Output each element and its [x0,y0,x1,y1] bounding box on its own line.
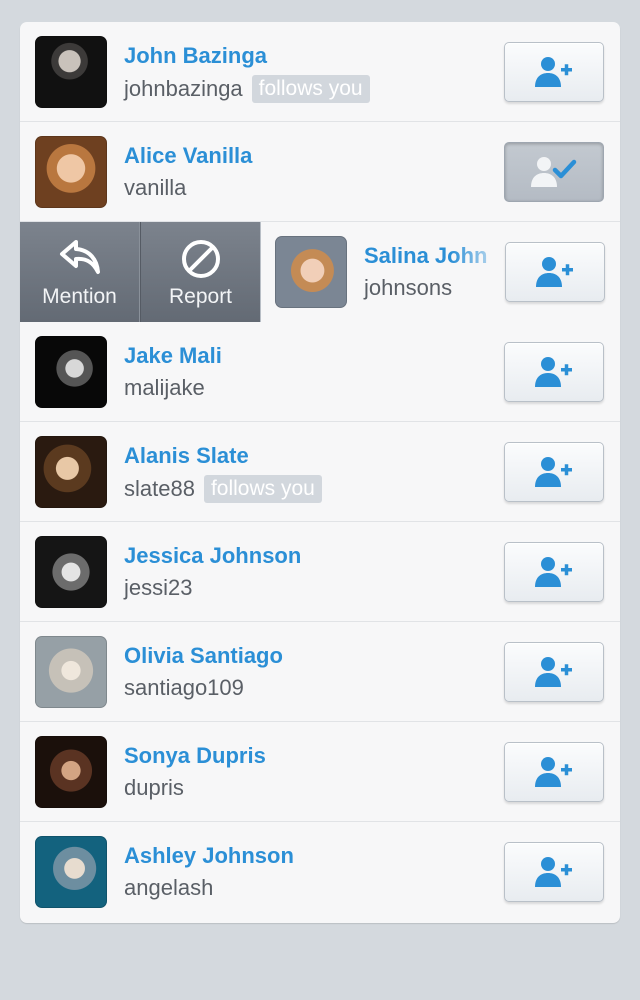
follow-button[interactable] [504,442,604,502]
add-user-icon [535,457,572,487]
user-handle-line: angelash [124,875,213,901]
list-item[interactable]: Olivia Santiago santiago109 [20,622,620,722]
user-name[interactable]: Ashley Johnson [124,843,294,869]
user-username: dupris [124,775,184,800]
follow-button[interactable] [504,742,604,802]
follow-button[interactable] [504,42,604,102]
list-item-swiped[interactable]: Mention Report Salina John johnsons [20,222,620,322]
user-username: johnsons [364,275,453,300]
prohibited-icon [181,240,220,278]
list-item[interactable]: Ashley Johnson angelash [20,822,620,922]
list-item[interactable]: John Bazinga johnbazinga follows you [20,22,620,122]
user-name[interactable]: Jessica Johnson [124,543,301,569]
following-button[interactable] [504,142,604,202]
follow-button[interactable] [504,542,604,602]
user-handle-line: jessi23 [124,575,192,601]
avatar[interactable] [35,736,107,808]
mention-button[interactable]: Mention [20,222,140,322]
avatar[interactable] [35,836,107,908]
list-item[interactable]: Jake Mali malijake [20,322,620,422]
list-item[interactable]: Alanis Slate slate88 follows you [20,422,620,522]
follows-you-badge: follows you [251,75,370,103]
follows-you-badge: follows you [203,475,322,503]
user-handle-line: slate88 follows you [124,475,322,503]
user-handle-line: johnbazinga follows you [124,75,370,103]
user-username: slate88 [124,476,195,501]
user-handle-line: santiago109 [124,675,244,701]
follow-button[interactable] [505,242,605,302]
add-user-icon [535,357,572,387]
user-name[interactable]: Alice Vanilla [124,143,252,169]
avatar[interactable] [275,236,347,308]
text-fade-overlay [451,232,511,312]
add-user-icon [535,857,572,887]
user-handle-line: johnsons [364,275,452,301]
user-handle-line: malijake [124,375,205,401]
user-username: malijake [124,375,205,400]
add-user-icon [535,657,572,687]
swiped-row-content[interactable]: Salina John johnsons [260,222,620,322]
add-user-icon [536,257,573,287]
reply-icon [59,240,100,274]
add-user-icon [535,57,572,87]
add-user-icon [535,757,572,787]
follow-button[interactable] [504,642,604,702]
user-username: jessi23 [124,575,193,600]
user-handle-line: dupris [124,775,184,801]
user-check-icon [531,157,577,187]
user-name[interactable]: Alanis Slate [124,443,249,469]
user-handle-line: vanilla [124,175,186,201]
user-username: vanilla [124,175,187,200]
report-button[interactable]: Report [140,222,260,322]
avatar[interactable] [35,436,107,508]
mention-label: Mention [42,285,117,308]
report-label: Report [168,285,233,308]
follow-button[interactable] [504,842,604,902]
list-item[interactable]: Jessica Johnson jessi23 [20,522,620,622]
user-username: angelash [124,875,214,900]
avatar[interactable] [35,636,107,708]
user-list-card: John Bazinga johnbazinga follows you Ali… [20,22,620,923]
user-username: santiago109 [124,675,244,700]
swipe-actions: Mention Report [20,222,260,322]
add-user-icon [535,557,572,587]
user-name[interactable]: Olivia Santiago [124,643,283,669]
avatar[interactable] [35,536,107,608]
user-name[interactable]: Jake Mali [124,343,222,369]
list-item[interactable]: Alice Vanilla vanilla [20,122,620,222]
follow-button[interactable] [504,342,604,402]
avatar[interactable] [35,136,107,208]
user-username: johnbazinga [124,76,243,101]
user-name[interactable]: John Bazinga [124,43,267,69]
avatar[interactable] [35,336,107,408]
avatar[interactable] [35,36,107,108]
user-name[interactable]: Sonya Dupris [124,743,266,769]
list-item[interactable]: Sonya Dupris dupris [20,722,620,822]
